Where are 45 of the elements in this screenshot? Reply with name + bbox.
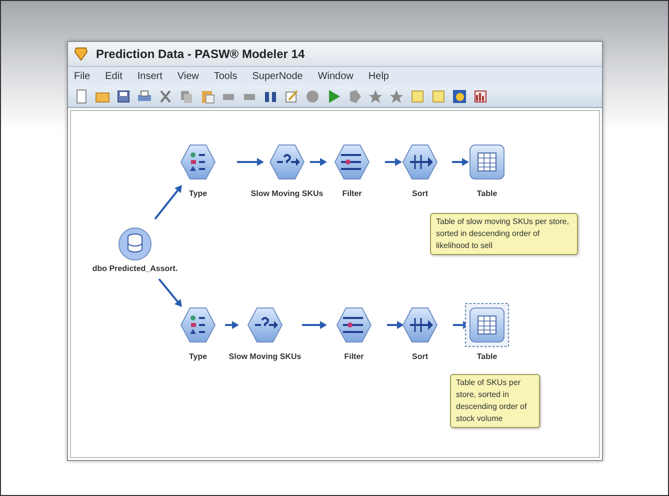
node-label: Slow Moving SKUs [250,189,324,198]
connector-arrow [225,321,239,329]
node-label: Table [476,189,498,198]
toolbar-print-icon[interactable] [137,88,152,104]
connector-arrow [154,185,182,220]
menu-item[interactable]: Tools [214,70,238,82]
connector-arrow [310,158,327,166]
menu-item[interactable]: SuperNode [252,70,303,82]
comment-note: Table of slow moving SKUs per store, sorted in descending order of likelihood to sell [430,213,578,255]
connector-arrow [237,158,264,166]
node-label: Sort [412,352,428,361]
menu-item[interactable]: File [74,70,90,82]
toolbar-doc-icon[interactable] [74,88,89,104]
toolbar-play-icon[interactable] [326,88,341,104]
node-label: Table [476,352,498,361]
toolbar-save-icon[interactable] [116,88,131,104]
menu-item[interactable]: Window [318,70,354,82]
menu-item[interactable]: Help [368,70,389,82]
node-label: Filter [344,352,364,361]
toolbar-cut-icon[interactable] [158,88,173,104]
app-logo-icon [74,47,88,61]
node-label: Type [188,189,208,198]
menu-item[interactable]: Edit [105,70,122,82]
toolbar-paste-icon[interactable] [200,88,215,104]
toolbar-chart-icon[interactable] [473,88,488,104]
window-title: Prediction Data - PASW® Modeler 14 [96,47,305,61]
comment-note: Table of SKUs per store, sorted in descending order of stock volume [450,374,540,428]
connector-arrow [158,278,182,307]
menu-item[interactable]: Insert [137,70,162,82]
node-label: Type [188,352,208,361]
connector-arrow [385,158,402,166]
table-node-icon[interactable] [465,303,509,347]
connector-arrow [387,321,404,329]
connector-arrow [452,158,469,166]
database-node-icon[interactable] [117,226,153,262]
connector-arrow [302,321,327,329]
node-label: Filter [342,189,362,198]
toolbar-edit-icon[interactable] [284,88,299,104]
menu-item[interactable]: View [177,70,199,82]
toolbar-star-icon[interactable] [389,88,404,104]
node-label: dbo Predicted_Assort. [92,264,178,273]
toolbar-copy-icon[interactable] [179,88,194,104]
toolbar-star-icon[interactable] [368,88,383,104]
node-label: Sort [412,189,428,198]
node-label: Slow Moving SKUs [228,352,302,361]
